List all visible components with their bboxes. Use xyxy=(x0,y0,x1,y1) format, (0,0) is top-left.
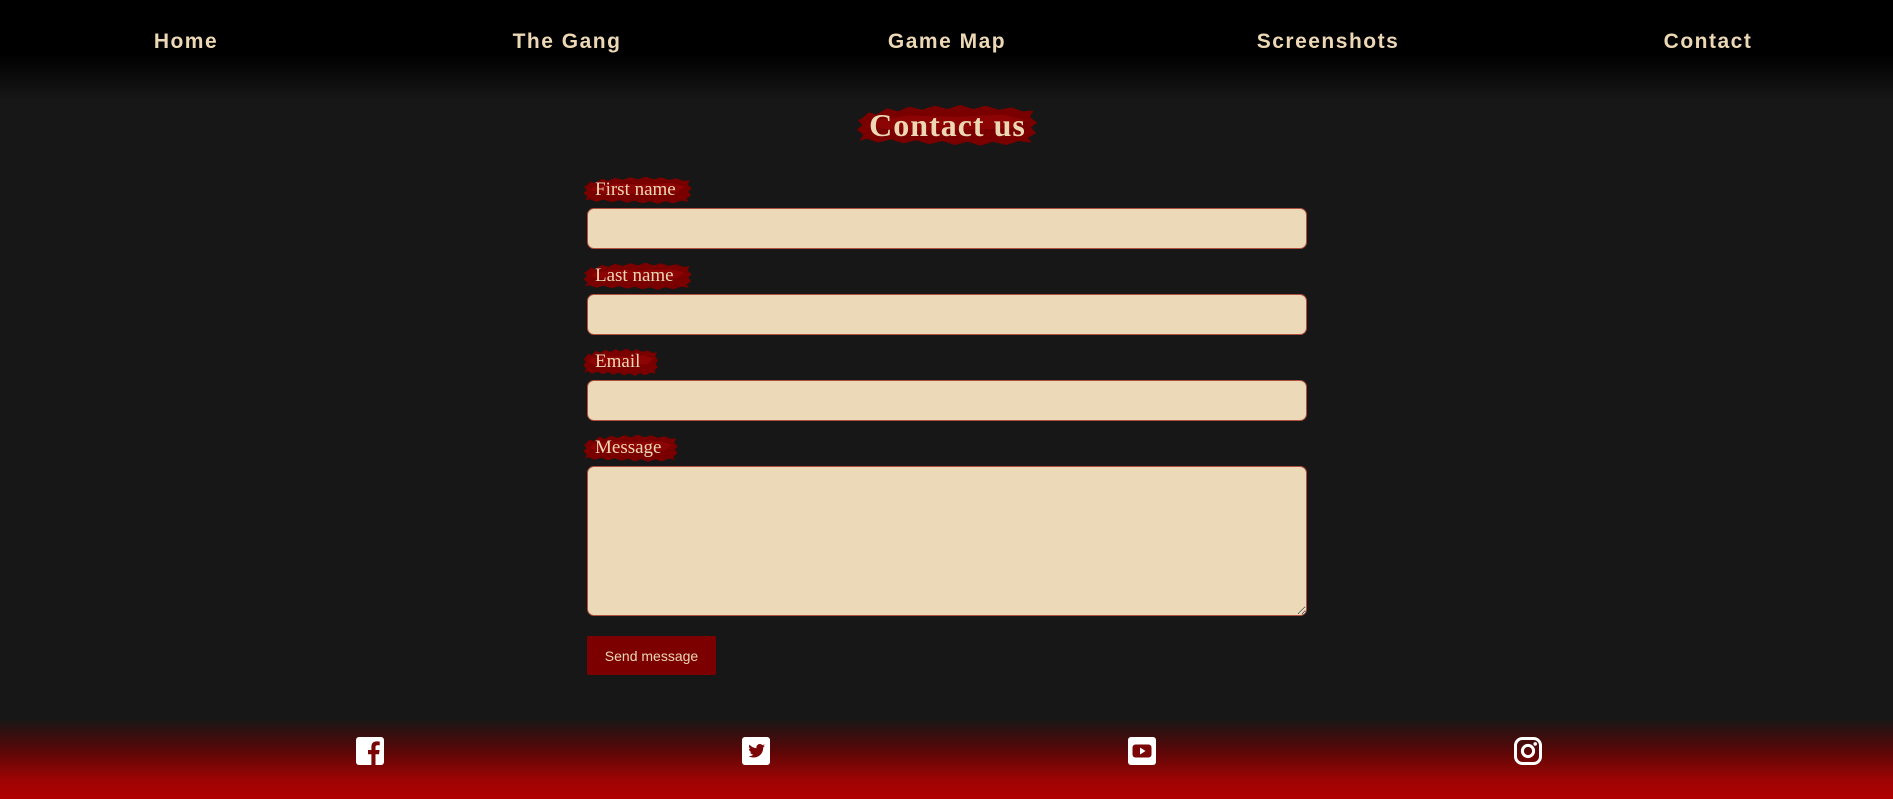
nav-home[interactable]: Home xyxy=(56,30,316,54)
message-textarea[interactable] xyxy=(587,466,1307,616)
twitter-link[interactable] xyxy=(740,735,772,767)
page-title: Contact us xyxy=(869,107,1026,143)
twitter-icon xyxy=(742,737,770,765)
instagram-icon xyxy=(1514,737,1542,765)
first-name-label-block: First name xyxy=(583,174,693,206)
instagram-link[interactable] xyxy=(1512,735,1544,767)
facebook-icon xyxy=(356,737,384,765)
email-label-block: Email xyxy=(583,346,659,378)
footer xyxy=(0,719,1893,799)
nav-the-gang[interactable]: The Gang xyxy=(437,30,697,54)
last-name-label: Last name xyxy=(595,265,674,286)
nav-contact[interactable]: Contact xyxy=(1578,30,1838,54)
first-name-input[interactable] xyxy=(587,208,1307,249)
top-navigation: Home The Gang Game Map Screenshots Conta… xyxy=(0,0,1893,100)
last-name-label-block: Last name xyxy=(583,260,693,292)
message-label-block: Message xyxy=(583,432,679,464)
email-input[interactable] xyxy=(587,380,1307,421)
nav-screenshots[interactable]: Screenshots xyxy=(1198,30,1458,54)
message-label: Message xyxy=(595,437,662,458)
youtube-icon xyxy=(1128,737,1156,765)
page-title-block: Contact us xyxy=(856,101,1039,149)
facebook-link[interactable] xyxy=(354,735,386,767)
send-message-button[interactable]: Send message xyxy=(587,636,716,675)
nav-game-map[interactable]: Game Map xyxy=(817,30,1077,54)
email-label: Email xyxy=(595,351,641,372)
first-name-label: First name xyxy=(595,179,676,200)
last-name-input[interactable] xyxy=(587,294,1307,335)
youtube-link[interactable] xyxy=(1126,735,1158,767)
